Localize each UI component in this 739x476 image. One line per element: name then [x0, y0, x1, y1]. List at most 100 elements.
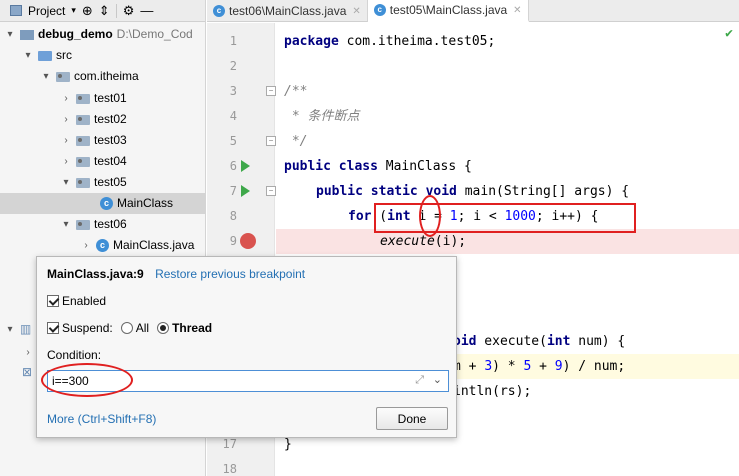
close-icon[interactable]: ✕ — [352, 6, 360, 17]
popup-title: MainClass.java:9 — [47, 267, 144, 281]
locate-icon[interactable]: ⊕ — [82, 3, 93, 19]
package-icon — [76, 219, 90, 230]
tree-item-test01[interactable]: › test01 — [0, 88, 205, 109]
run-icon[interactable] — [241, 160, 250, 172]
line-number: 1 — [229, 34, 237, 48]
package-icon — [76, 177, 90, 188]
chevron-down-icon[interactable]: ▾ — [4, 24, 16, 45]
tree-item-mainclass[interactable]: c MainClass — [0, 193, 205, 214]
suspend-label: Suspend: — [62, 321, 113, 335]
chevron-right-icon[interactable]: › — [60, 151, 72, 172]
tree-item-label: test04 — [94, 154, 127, 168]
tree-item-test05[interactable]: ▾ test05 — [0, 172, 205, 193]
code-line-7: public static void main(String[] args) { — [316, 184, 630, 199]
done-button[interactable]: Done — [376, 407, 448, 430]
fold-icon[interactable]: − — [266, 136, 276, 146]
suspend-checkbox[interactable] — [47, 322, 59, 334]
run-icon[interactable] — [241, 185, 250, 197]
library-icon: ▥ — [20, 322, 32, 336]
fold-icon[interactable]: − — [266, 86, 276, 96]
package-icon — [76, 135, 90, 146]
chevron-down-icon[interactable]: ⌄ — [433, 373, 442, 386]
inspection-ok-icon: ✔ — [725, 26, 733, 41]
chevron-down-icon[interactable]: ▾ — [40, 66, 52, 87]
enabled-checkbox-row[interactable]: Enabled — [47, 294, 106, 308]
restore-breakpoint-link[interactable]: Restore previous breakpoint — [155, 267, 305, 281]
line-number: 5 — [229, 134, 237, 148]
more-settings-link[interactable]: More (Ctrl+Shift+F8) — [47, 412, 156, 426]
project-toolbar: Project ▾ ⊕ ⇕ ⚙ — — [0, 0, 205, 22]
gear-icon[interactable]: ⚙ — [123, 3, 135, 19]
tab-test05-mainclass[interactable]: c test05\MainClass.java ✕ — [367, 0, 529, 22]
all-label: All — [135, 321, 150, 335]
condition-label-row: Condition: — [47, 348, 101, 362]
chevron-down-icon[interactable]: ▾ — [22, 45, 34, 66]
chevron-right-icon[interactable]: › — [60, 130, 72, 151]
chevron-down-icon[interactable]: ▾ — [60, 214, 72, 235]
tree-item-test02[interactable]: › test02 — [0, 109, 205, 130]
project-view-icon — [10, 5, 22, 16]
breakpoint-icon[interactable] — [240, 233, 256, 249]
tree-item-label: MainClass.java — [113, 238, 195, 252]
tree-item-label: test05 — [94, 175, 127, 189]
code-line-calc: m + 3) * 5 + 9) / num; — [453, 359, 626, 374]
enabled-checkbox[interactable] — [47, 295, 59, 307]
line-number: 4 — [229, 109, 237, 123]
line-number: 2 — [229, 59, 237, 73]
project-folder-icon — [20, 29, 34, 40]
line-number: 9 — [229, 234, 237, 248]
annotation-ellipse — [419, 195, 441, 237]
annotation-ellipse — [41, 363, 133, 397]
code-line-print: intln(rs); — [453, 384, 532, 399]
fold-icon[interactable]: − — [266, 186, 276, 196]
scratches-icon: ⊠ — [22, 365, 33, 379]
chevron-right-icon[interactable]: › — [80, 235, 92, 256]
tab-label: test06\MainClass.java — [229, 4, 347, 18]
close-icon[interactable]: ✕ — [513, 5, 521, 16]
chevron-down-icon[interactable]: ▾ — [60, 172, 72, 193]
line-number: 8 — [229, 209, 237, 223]
enabled-label: Enabled — [62, 294, 107, 308]
tree-item-test06[interactable]: ▾ test06 — [0, 214, 205, 235]
annotation-box — [374, 203, 636, 233]
suspend-all-radio[interactable] — [120, 322, 133, 334]
tree-item-test03[interactable]: › test03 — [0, 130, 205, 151]
tab-test06-mainclass[interactable]: c test06\MainClass.java ✕ — [207, 0, 368, 22]
class-icon: c — [373, 4, 386, 16]
tree-item-test04[interactable]: › test04 — [0, 151, 205, 172]
line-number: 18 — [222, 462, 237, 476]
code-line-4: * 条件断点 — [284, 109, 360, 124]
chevron-down-icon[interactable]: ▾ — [71, 5, 76, 16]
class-icon: c — [213, 5, 225, 17]
code-line-1: package com.itheima.test05; — [284, 34, 496, 49]
expand-icon[interactable]: ⤢ — [415, 374, 424, 387]
tree-item-debug-demo[interactable]: ▾ debug_demo D:\Demo_Cod — [0, 24, 205, 45]
thread-label: Thread — [172, 321, 213, 335]
chevron-down-icon[interactable]: ▾ — [4, 319, 16, 340]
tree-item-label: src — [56, 48, 72, 62]
class-icon: c — [100, 197, 113, 210]
tree-item-com-itheima[interactable]: ▾ com.itheima — [0, 66, 205, 87]
tree-item-src[interactable]: ▾ src — [0, 45, 205, 66]
popup-header: MainClass.java:9 Restore previous breakp… — [47, 267, 305, 281]
tree-item-mainclass-java[interactable]: › c MainClass.java — [0, 235, 205, 256]
hide-icon[interactable]: — — [140, 3, 153, 18]
project-view-selector[interactable]: Project — [28, 4, 65, 18]
chevron-right-icon[interactable]: › — [22, 342, 34, 363]
source-folder-icon — [38, 50, 52, 61]
class-icon: c — [96, 239, 109, 252]
package-icon — [56, 71, 70, 82]
tree-item-label: test06 — [94, 217, 127, 231]
editor-tab-bar: c test06\MainClass.java ✕ c test05\MainC… — [207, 0, 739, 22]
chevron-right-icon[interactable]: › — [60, 109, 72, 130]
collapse-all-icon[interactable]: ⇕ — [99, 3, 110, 19]
tree-item-label: test03 — [94, 133, 127, 147]
code-line-5: */ — [284, 134, 308, 149]
tree-item-label: com.itheima — [74, 69, 139, 83]
tree-item-label: MainClass — [117, 196, 174, 210]
suspend-thread-radio[interactable] — [157, 322, 170, 334]
chevron-right-icon[interactable]: › — [60, 88, 72, 109]
package-icon — [76, 93, 90, 104]
code-line-6: public class MainClass { — [284, 159, 472, 174]
tree-item-label: debug_demo — [38, 27, 113, 41]
